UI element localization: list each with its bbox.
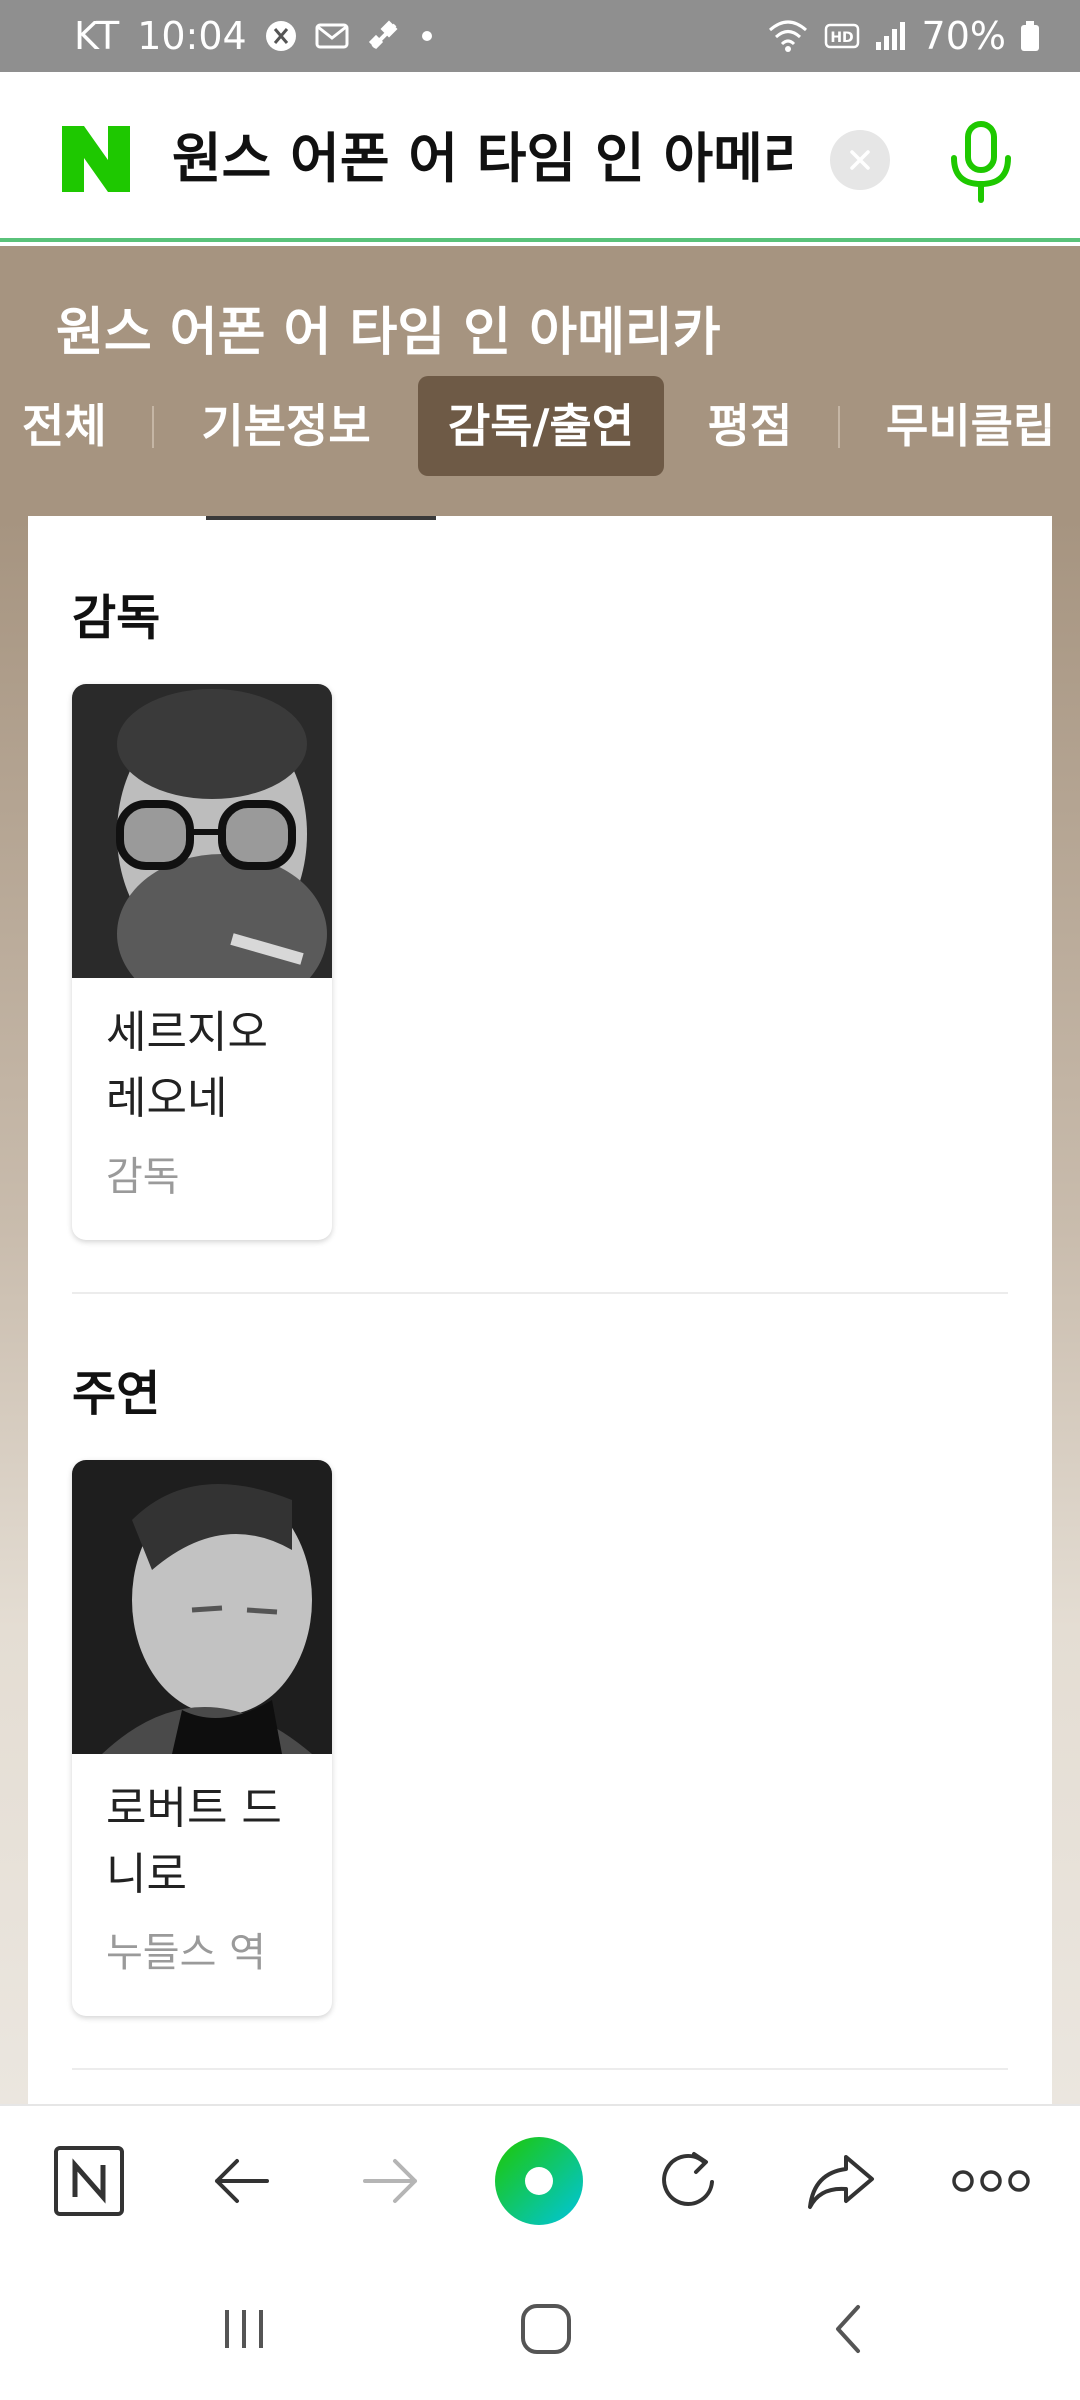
back-icon[interactable]: [808, 2294, 888, 2364]
more-icon[interactable]: [946, 2136, 1036, 2226]
back-arrow-icon[interactable]: [196, 2136, 286, 2226]
movie-tabs: 전체 기본정보 감독/출연 평점 무비클립: [0, 376, 1080, 476]
naver-logo-icon[interactable]: [58, 124, 134, 194]
clear-search-button[interactable]: [830, 130, 890, 190]
refresh-icon[interactable]: [644, 2136, 734, 2226]
home-icon[interactable]: [506, 2294, 586, 2364]
naver-home-icon[interactable]: [44, 2136, 134, 2226]
dot-icon: [419, 28, 435, 44]
person-card-director[interactable]: 세르지오 레오네 감독: [72, 684, 332, 1240]
section-divider: [72, 1292, 1008, 1294]
movie-header-panel: 원스 어폰 어 타임 인 아메리카 전체 기본정보 감독/출연 평점 무비클립: [0, 246, 1080, 516]
tab-rating[interactable]: 평점: [692, 376, 808, 476]
status-bar: KT 10:04 HD 70%: [0, 0, 1080, 72]
person-name: 로버트 드니로: [106, 1783, 282, 1900]
carrier-label: KT: [74, 14, 120, 58]
battery-icon: [1020, 20, 1040, 52]
tab-basic-info[interactable]: 기본정보: [186, 376, 386, 476]
tab-scroll-indicator: [206, 516, 436, 520]
tab-all[interactable]: 전체: [0, 376, 132, 476]
section-divider: [72, 2068, 1008, 2070]
director-photo: [72, 684, 332, 978]
browser-toolbar: [0, 2104, 1080, 2254]
battery-percent: 70%: [921, 14, 1006, 58]
wifi-icon: [766, 18, 810, 54]
x-app-icon: [265, 20, 297, 52]
tab-cast-crew[interactable]: 감독/출연: [418, 376, 664, 476]
tab-separator: [152, 406, 154, 448]
svg-text:HD: HD: [830, 30, 853, 46]
person-role: 누들스 역: [106, 1930, 266, 1976]
person-role: 감독: [106, 1154, 180, 1200]
recent-apps-icon[interactable]: [204, 2294, 284, 2364]
person-name: 세르지오 레오네: [106, 1007, 268, 1124]
signal-icon: [874, 20, 908, 52]
search-input[interactable]: 원스 어폰 어 타임 인 아메리카: [172, 124, 792, 194]
hd-icon: HD: [824, 22, 860, 50]
system-navigation-bar: [0, 2254, 1080, 2400]
search-header: 원스 어폰 어 타임 인 아메리카: [0, 72, 1080, 242]
voice-search-mic-icon[interactable]: [944, 120, 1018, 204]
tab-movie-clip[interactable]: 무비클립: [868, 376, 1080, 476]
tab-separator: [838, 406, 840, 448]
section-title-director: 감독: [72, 590, 161, 646]
mail-icon: [315, 22, 349, 50]
person-card-lead[interactable]: 로버트 드니로 누들스 역: [72, 1460, 332, 2016]
actor-photo: [72, 1460, 332, 1754]
satellite-icon: [367, 19, 401, 53]
green-dot-icon[interactable]: [494, 2136, 584, 2226]
section-title-lead: 주연: [72, 1366, 161, 1422]
forward-arrow-icon[interactable]: [346, 2136, 436, 2226]
movie-title: 원스 어폰 어 타임 인 아메리카: [56, 303, 721, 363]
clock: 10:04: [137, 14, 247, 58]
share-icon[interactable]: [796, 2136, 886, 2226]
